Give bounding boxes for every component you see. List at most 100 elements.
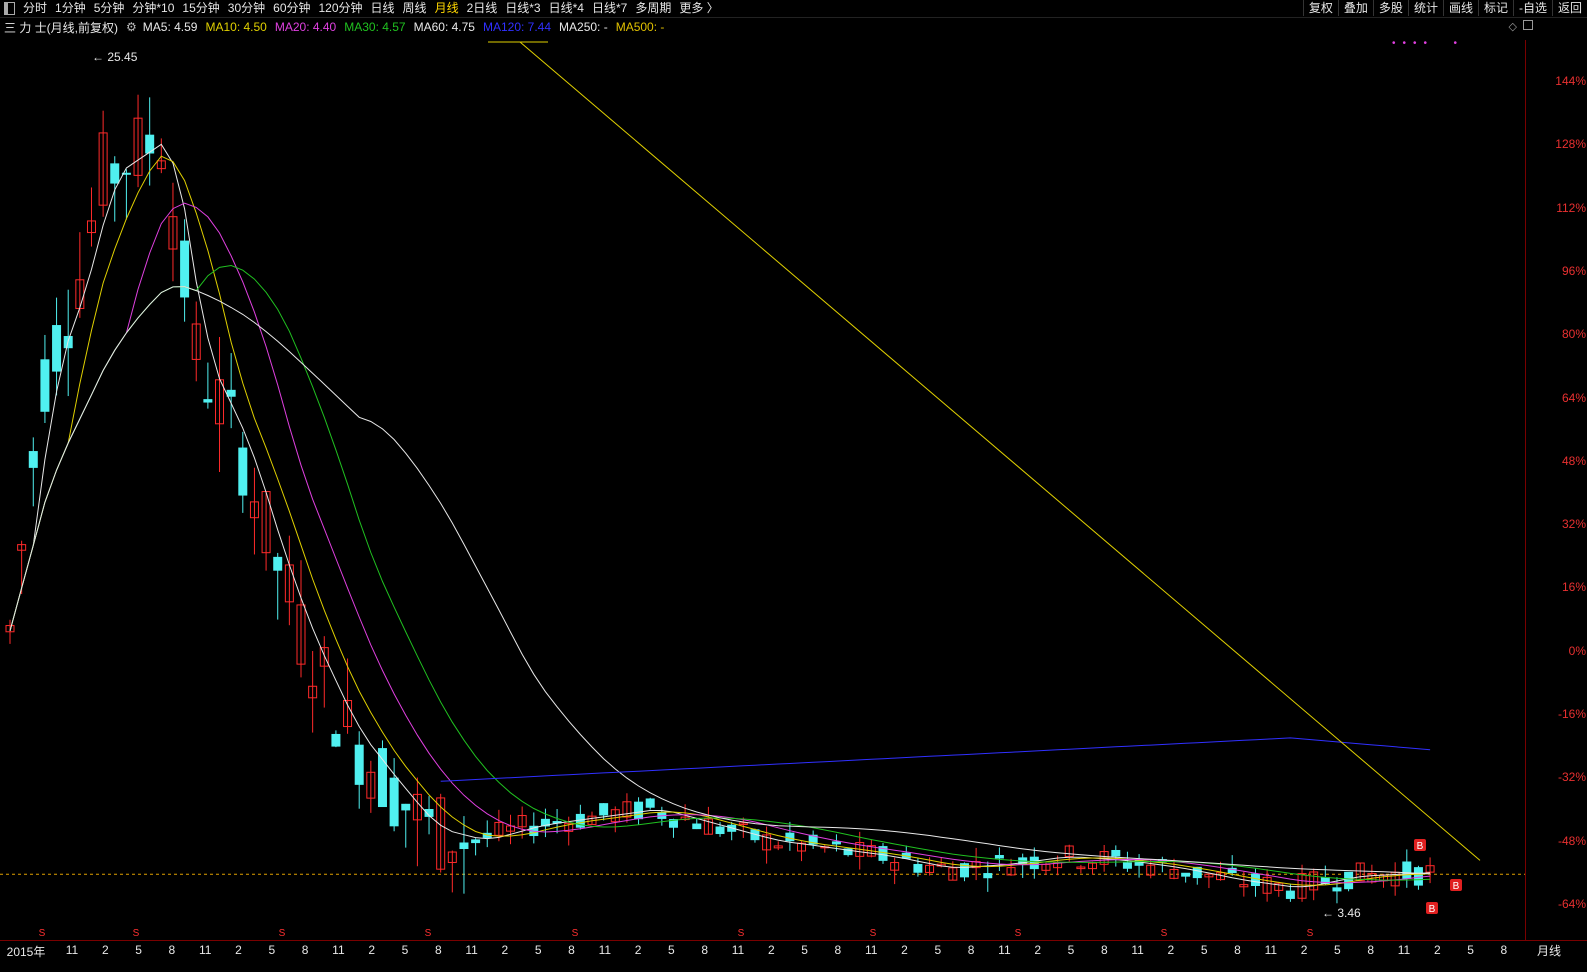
y-tick-label: 16%: [1561, 580, 1586, 595]
sell-marker: S: [1015, 928, 1022, 939]
period-label: 月线: [1537, 944, 1562, 958]
x-tick-label: 2: [634, 943, 642, 957]
candle-body: [913, 863, 923, 873]
sell-marker: S: [572, 928, 579, 939]
x-tick-label: 8: [967, 943, 975, 957]
x-tick-label: 5: [801, 943, 808, 957]
x-tick-label: 2: [1167, 943, 1175, 957]
buy-marker-label: B: [1453, 881, 1460, 892]
candlestick-chart[interactable]: ← 25.45 ← 3.46 S S S S S S S S S S B B B: [0, 0, 1525, 940]
x-tick-label: 5: [1334, 943, 1341, 957]
sell-marker: S: [133, 928, 140, 939]
candle-body: [1181, 872, 1191, 877]
sell-marker: S: [425, 928, 432, 939]
x-tick-label: 5: [401, 943, 409, 957]
sell-marker: S: [1307, 928, 1314, 939]
ma60-line: [9, 286, 1431, 875]
candle-body: [40, 359, 50, 412]
y-axis: 144% 128% 112% 96% 80% 64% 48% 32% 16% 0% -16% -32%…: [1525, 40, 1587, 940]
x-tick-label: 2: [767, 943, 775, 957]
candle-body: [28, 451, 38, 468]
y-tick-label: 48%: [1561, 453, 1586, 468]
x-tick-label: 11: [1397, 943, 1411, 957]
ma10-line: [9, 155, 1431, 886]
x-axis: 2015年 11 2 5 8 11 2 5 8 11 2 5 8 11 2 5 8 11 2 5 8 11 2 5 8 11 2 5 8…: [0, 940, 1587, 972]
candle-body: [273, 556, 283, 571]
toolbar-button[interactable]: 返回: [1551, 0, 1587, 16]
x-tick-label: 2: [1300, 943, 1308, 957]
candle-body: [692, 823, 702, 830]
y-tick-label: 64%: [1561, 390, 1586, 405]
candle-body: [634, 801, 644, 820]
candle-body: [715, 826, 725, 835]
x-tick-label: 8: [568, 943, 575, 957]
x-tick-label: 5: [1467, 943, 1474, 957]
trend-line: [519, 41, 1481, 861]
x-tick-label: 11: [731, 943, 745, 957]
low-price-label: ← 3.46: [1322, 906, 1361, 920]
candle-body: [377, 748, 387, 808]
x-tick-label: 5: [534, 943, 542, 957]
candle-body: [110, 163, 120, 184]
candle-body: [389, 777, 399, 827]
x-tick-label: 8: [1367, 943, 1375, 957]
x-tick-label: 11: [998, 943, 1011, 957]
ma20-line: [9, 202, 1431, 884]
candle-body: [831, 841, 841, 845]
x-tick-label: 11: [198, 943, 212, 957]
y-tick-label: 0%: [1568, 643, 1586, 658]
x-tick-label: 8: [1100, 943, 1108, 957]
ma5-line: [9, 143, 1431, 888]
y-tick-label: 112%: [1556, 200, 1586, 215]
x-tick-label: 2: [101, 943, 109, 957]
candle-body: [401, 803, 411, 811]
candle-body: [1122, 862, 1132, 869]
high-price-label: ← 25.45: [92, 50, 138, 64]
candle-body: [983, 873, 993, 879]
x-tick-label: 11: [1131, 943, 1144, 957]
x-tick-label: 11: [1264, 943, 1278, 957]
candle-body: [1111, 849, 1121, 857]
x-tick-label: 11: [332, 943, 345, 957]
candle-body: [1413, 867, 1423, 886]
candle-body: [785, 832, 795, 842]
candle-body: [1285, 890, 1295, 899]
candle-body: [354, 744, 364, 785]
candle-body: [645, 798, 655, 808]
x-tick-label: 8: [834, 943, 842, 957]
candle-body: [180, 240, 190, 298]
y-tick-label: 144%: [1555, 74, 1586, 88]
buy-marker-label: B: [1417, 841, 1424, 852]
candle-body: [1250, 873, 1260, 887]
x-tick-label: 2: [1433, 943, 1441, 957]
x-tick-label: 2015年: [6, 945, 46, 959]
candle-body: [1332, 887, 1342, 892]
candle-body: [994, 855, 1004, 859]
candle-body: [238, 447, 248, 496]
candle-body: [471, 839, 481, 844]
x-tick-label: 2: [501, 943, 509, 957]
x-tick-label: 2: [901, 943, 908, 957]
x-tick-label: 11: [864, 943, 878, 957]
sell-marker: S: [279, 928, 286, 939]
x-tick-label: 8: [1500, 943, 1508, 957]
x-tick-label: 5: [1200, 943, 1208, 957]
y-tick-label: -32%: [1557, 770, 1586, 785]
candle-body: [331, 733, 341, 747]
candle-body: [459, 842, 469, 850]
sell-marker: S: [1161, 928, 1168, 939]
candle-body: [1344, 871, 1354, 890]
x-tick-label: 5: [668, 943, 675, 957]
x-tick-label: 2: [1034, 943, 1042, 957]
x-tick-label: 11: [598, 943, 612, 957]
candle-body: [226, 389, 236, 397]
x-tick-label: 2: [235, 943, 242, 957]
candle-body: [52, 325, 62, 372]
buy-marker-label: B: [1429, 904, 1436, 915]
x-tick-label: 5: [135, 943, 142, 957]
x-tick-label: 8: [434, 943, 442, 957]
y-tick-label: -48%: [1557, 833, 1586, 848]
candle-body: [203, 399, 213, 403]
sell-marker: S: [738, 928, 745, 939]
x-tick-label: 8: [301, 943, 309, 957]
